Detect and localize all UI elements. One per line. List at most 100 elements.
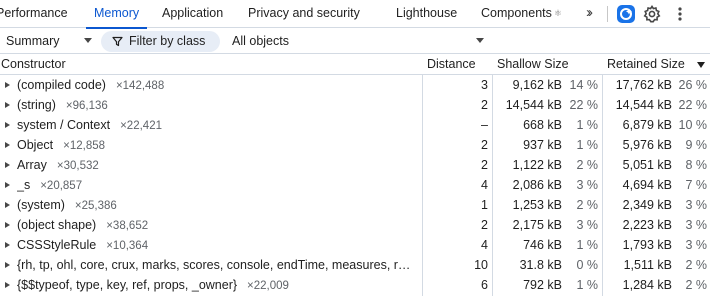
table-body: (compiled code) ×142,488 3 9,162 kB 14 % 17,7… <box>0 75 710 295</box>
retained-pct-cell: 8 % <box>685 158 707 172</box>
retained-cell: 6,879 kB <box>622 118 672 132</box>
table-row[interactable]: system / Context ×22,421–668 kB 1 % 6,879 k… <box>0 115 710 135</box>
distance-cell: 4 <box>481 178 488 192</box>
expand-triangle-icon[interactable] <box>5 102 10 108</box>
shallow-cell: 2,086 kB <box>512 178 562 192</box>
constructor-cell: {$$typeof, type, key, ref, props, _owner… <box>17 275 417 295</box>
retained-cell: 5,051 kB <box>622 158 672 172</box>
table-row[interactable]: Array ×30,532 2 1,122 kB 2 % 5,051 kB 8 % <box>0 155 710 175</box>
table-row[interactable]: (object shape) ×38,652 2 2,175 kB 3 % 2,223 k… <box>0 215 710 235</box>
expand-triangle-icon[interactable] <box>5 222 10 228</box>
column-header-distance[interactable]: Distance <box>427 55 476 75</box>
constructor-name: Array <box>17 158 47 172</box>
retained-pct-cell: 3 % <box>685 218 707 232</box>
retained-pct-cell: 3 % <box>685 198 707 212</box>
retained-pct-cell: 7 % <box>685 178 707 192</box>
table-row[interactable]: CSSStyleRule ×10,364 4 746 kB 1 % 1,793 kB 3 % <box>0 235 710 255</box>
table-row[interactable]: {$$typeof, type, key, ref, props, _owner… <box>0 275 710 295</box>
shallow-cell: 2,175 kB <box>512 218 562 232</box>
constructor-name: (compiled code) <box>17 78 106 92</box>
tab-application[interactable]: Application <box>162 0 223 28</box>
object-count: ×12,858 <box>63 140 106 152</box>
retained-pct-cell: 10 % <box>678 118 708 132</box>
expand-triangle-icon[interactable] <box>5 242 10 248</box>
table-row[interactable]: (system) ×25,386 1 1,253 kB 2 % 2,349 kB 3 % <box>0 195 710 215</box>
kebab-menu-icon[interactable] <box>670 4 690 24</box>
distance-cell: 4 <box>481 238 488 252</box>
constructor-name: (object shape) <box>17 218 97 232</box>
distance-cell: 1 <box>481 198 488 212</box>
tab-privacy-and-security[interactable]: Privacy and security <box>248 0 360 28</box>
constructor-cell: {rh, tp, ohl, core, crux, marks, scores,… <box>17 255 417 275</box>
retained-cell: 5,976 kB <box>622 138 672 152</box>
distance-cell: 10 <box>474 258 488 272</box>
shallow-cell: 31.8 kB <box>519 258 562 272</box>
expand-triangle-icon[interactable] <box>5 182 10 188</box>
chevron-down-icon[interactable] <box>84 38 92 43</box>
ai-assistance-icon[interactable] <box>616 4 636 24</box>
retained-pct-cell: 3 % <box>685 238 707 252</box>
object-count: ×20,857 <box>40 180 83 192</box>
object-count: ×38,652 <box>106 220 149 232</box>
react-atom-icon: ⚛ <box>553 8 562 18</box>
expand-triangle-icon[interactable] <box>5 162 10 168</box>
distance-cell: 3 <box>481 78 488 92</box>
sort-descending-icon <box>697 62 705 68</box>
object-count: ×10,364 <box>106 240 149 252</box>
retained-cell: 4,694 kB <box>622 178 672 192</box>
constructor-cell: (system) ×25,386 <box>17 195 417 215</box>
shallow-cell: 746 kB <box>523 238 562 252</box>
filter-by-class-label: Filter by class <box>129 34 206 48</box>
distance-cell: 2 <box>481 98 488 112</box>
gear-icon[interactable] <box>642 4 662 24</box>
constructor-name: (system) <box>17 198 65 212</box>
distance-cell: – <box>481 118 488 132</box>
chevron-down-icon[interactable] <box>476 38 484 43</box>
retained-cell: 2,223 kB <box>622 218 672 232</box>
shallow-cell: 668 kB <box>523 118 562 132</box>
tab-components[interactable]: Components ⚛ <box>481 0 562 28</box>
distance-cell: 2 <box>481 218 488 232</box>
distance-cell: 2 <box>481 138 488 152</box>
constructor-name: system / Context <box>17 118 111 132</box>
expand-triangle-icon[interactable] <box>5 282 10 288</box>
column-header-retained-size[interactable]: Retained Size <box>607 55 685 75</box>
column-header-constructor[interactable]: Constructor <box>1 55 66 75</box>
constructor-name: Object <box>17 138 54 152</box>
tab-memory[interactable]: Memory <box>85 0 148 29</box>
retained-cell: 17,762 kB <box>615 78 672 92</box>
constructor-name: (string) <box>17 98 56 112</box>
filter-by-class-button[interactable]: Filter by class <box>101 31 220 52</box>
constructor-cell: Object ×12,858 <box>17 135 417 155</box>
expand-triangle-icon[interactable] <box>5 142 10 148</box>
constructor-cell: _s ×20,857 <box>17 175 417 195</box>
table-row[interactable]: (string) ×96,136 2 14,544 kB 22 % 14,544 kB 22… <box>0 95 710 115</box>
object-count: ×30,532 <box>56 160 99 172</box>
object-count: ×142,488 <box>115 80 165 92</box>
table-row[interactable]: Object ×12,858 2 937 kB 1 % 5,976 kB 9 % <box>0 135 710 155</box>
column-header-shallow-size[interactable]: Shallow Size <box>497 55 569 75</box>
retained-cell: 14,544 kB <box>615 98 672 112</box>
distance-cell: 2 <box>481 158 488 172</box>
expand-triangle-icon[interactable] <box>5 82 10 88</box>
shallow-cell: 9,162 kB <box>512 78 562 92</box>
tab-performance[interactable]: Performance <box>0 0 68 28</box>
tab-lighthouse[interactable]: Lighthouse <box>396 0 457 28</box>
shallow-cell: 14,544 kB <box>505 98 562 112</box>
expand-triangle-icon[interactable] <box>5 202 10 208</box>
table-row[interactable]: {rh, tp, ohl, core, crux, marks, scores,… <box>0 255 710 275</box>
objects-select[interactable]: All objects <box>232 32 289 51</box>
table-row[interactable]: _s ×20,857 4 2,086 kB 3 % 4,694 kB 7 % <box>0 175 710 195</box>
retained-pct-cell: 2 % <box>685 258 707 272</box>
expand-triangle-icon[interactable] <box>5 122 10 128</box>
retained-pct-cell: 2 % <box>685 278 707 292</box>
constructor-cell: (object shape) ×38,652 <box>17 215 417 235</box>
shallow-cell: 792 kB <box>523 278 562 292</box>
table-row[interactable]: (compiled code) ×142,488 3 9,162 kB 14 % 17,7… <box>0 75 710 95</box>
expand-triangle-icon[interactable] <box>5 262 10 268</box>
chevron-double-right-icon[interactable]: ›› <box>578 4 598 22</box>
view-select[interactable]: Summary <box>6 32 59 51</box>
retained-pct-cell: 9 % <box>685 138 707 152</box>
constructor-name: {$$typeof, type, key, ref, props, _owner… <box>17 278 238 292</box>
retained-cell: 1,284 kB <box>622 278 672 292</box>
